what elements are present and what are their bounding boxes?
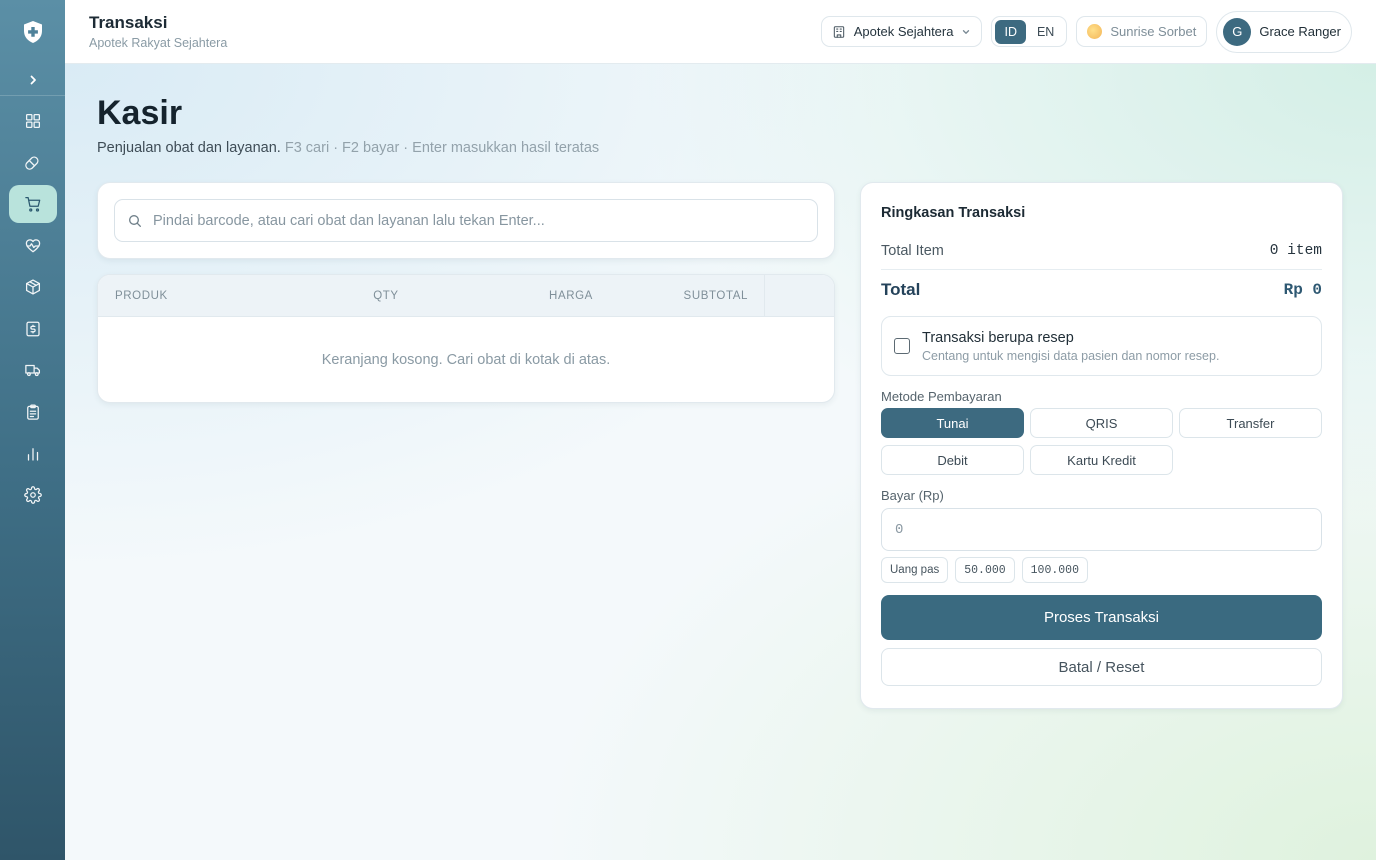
- topbar: Transaksi Apotek Rakyat Sejahtera Apotek…: [65, 0, 1376, 64]
- chevron-right-icon: [30, 75, 36, 84]
- pill-icon: [24, 156, 38, 171]
- prescription-subtitle: Centang untuk mengisi data pasien dan no…: [922, 348, 1220, 363]
- payment-qris-button[interactable]: QRIS: [1030, 408, 1173, 438]
- pay-amount-input[interactable]: [881, 508, 1322, 551]
- page-subtitle: Penjualan obat dan layanan. F3 cari · F2…: [97, 140, 599, 156]
- quick-exact-button[interactable]: Uang pas: [881, 557, 949, 583]
- prescription-title: Transaksi berupa resep: [922, 329, 1074, 346]
- quick-amounts: Uang pas 50.000 100.000: [881, 557, 1322, 583]
- sidebar-item-medicines[interactable]: [9, 144, 57, 182]
- gear-icon: [23, 486, 42, 504]
- column-product: PRODUK: [115, 289, 168, 302]
- column-price: HARGA: [549, 289, 593, 302]
- payment-method-label: Metode Pembayaran: [881, 389, 1002, 404]
- language-switch: ID EN: [991, 16, 1068, 47]
- search-icon: [129, 214, 141, 227]
- payment-transfer-button[interactable]: Transfer: [1179, 408, 1322, 438]
- user-name: Grace Ranger: [1259, 24, 1341, 39]
- topbar-title: Transaksi: [89, 13, 168, 32]
- store-selector-label: Apotek Sejahtera: [853, 24, 954, 39]
- sidebar: [0, 0, 65, 860]
- search-card: [97, 182, 835, 259]
- sidebar-item-services[interactable]: [9, 227, 57, 265]
- avatar: G: [1223, 17, 1252, 46]
- cancel-reset-button[interactable]: Batal / Reset: [881, 648, 1322, 686]
- cart-empty-message: Keranjang kosong. Cari obat di kotak di …: [321, 352, 611, 368]
- total-item-value: 0 item: [1269, 243, 1322, 259]
- quick-50000-button[interactable]: 50.000: [955, 557, 1015, 583]
- app-logo[interactable]: [0, 0, 65, 64]
- payment-credit-card-button[interactable]: Kartu Kredit: [1030, 445, 1173, 475]
- package-icon: [25, 279, 40, 295]
- page-subtitle-text: Penjualan obat dan layanan.: [97, 140, 281, 156]
- prescription-toggle[interactable]: Transaksi berupa resep Centang untuk men…: [881, 316, 1322, 376]
- total-row: Total Rp 0: [881, 280, 1322, 300]
- pay-amount-label: Bayar (Rp): [881, 488, 944, 503]
- search-box: [114, 199, 818, 242]
- sidebar-item-finance[interactable]: [9, 310, 57, 348]
- main-content: Kasir Penjualan obat dan layanan. F3 car…: [65, 64, 1376, 860]
- sidebar-item-cashier[interactable]: [8, 185, 57, 223]
- dollar-icon: [25, 321, 40, 337]
- prescription-checkbox[interactable]: [894, 338, 910, 354]
- shield-logo-icon: [23, 21, 42, 43]
- sidebar-item-settings[interactable]: [9, 476, 57, 514]
- total-label: Total: [881, 280, 921, 299]
- sidebar-item-inventory[interactable]: [9, 268, 57, 306]
- payment-method-group: Tunai QRIS Transfer Debit Kartu Kredit: [881, 408, 1322, 475]
- prescription-text: Transaksi berupa resep Centang untuk men…: [922, 330, 1219, 363]
- lang-id-button[interactable]: ID: [995, 19, 1026, 44]
- sidebar-item-dashboard[interactable]: [9, 102, 57, 140]
- topbar-heading: Transaksi Apotek Rakyat Sejahtera: [89, 13, 227, 50]
- truck-icon: [24, 365, 40, 377]
- chevron-down-icon: [963, 29, 970, 34]
- user-menu[interactable]: G Grace Ranger: [1216, 10, 1352, 53]
- column-subtotal: SUBTOTAL: [668, 275, 765, 316]
- total-item-row: Total Item 0 item: [881, 243, 1322, 270]
- cart-table-header: PRODUK QTY HARGA SUBTOTAL: [98, 275, 834, 317]
- cart-table: PRODUK QTY HARGA SUBTOTAL Keranjang koso…: [97, 274, 835, 403]
- payment-debit-button[interactable]: Debit: [881, 445, 1024, 475]
- cart-icon: [24, 196, 40, 212]
- quick-100000-button[interactable]: 100.000: [1021, 557, 1088, 583]
- transaction-summary: Ringkasan Transaksi Total Item 0 item To…: [860, 182, 1343, 709]
- topbar-controls: Apotek Sejahtera ID EN Sunrise Sorbet G …: [820, 10, 1352, 53]
- dashboard-icon: [25, 113, 40, 128]
- payment-cash-button[interactable]: Tunai: [881, 408, 1024, 438]
- total-value: Rp 0: [1283, 281, 1322, 299]
- keyboard-hint: F3 cari · F2 bayar · Enter masukkan hasi…: [284, 140, 600, 156]
- theme-swatch-icon: [1087, 24, 1103, 39]
- topbar-subtitle: Apotek Rakyat Sejahtera: [89, 36, 228, 50]
- store-selector[interactable]: Apotek Sejahtera: [820, 16, 983, 47]
- sidebar-item-reports[interactable]: [9, 393, 57, 431]
- chart-icon: [27, 447, 38, 461]
- process-transaction-button[interactable]: Proses Transaksi: [881, 595, 1322, 640]
- theme-label: Sunrise Sorbet: [1110, 24, 1197, 39]
- total-item-label: Total Item: [881, 243, 944, 259]
- sidebar-item-suppliers[interactable]: [9, 352, 57, 390]
- search-input[interactable]: [153, 212, 805, 229]
- column-qty: QTY: [373, 289, 399, 302]
- sidebar-nav: [8, 102, 57, 514]
- summary-title: Ringkasan Transaksi: [881, 205, 1026, 221]
- sidebar-expand-button[interactable]: [0, 64, 65, 96]
- page-title: Kasir: [97, 94, 183, 132]
- heart-pulse-icon: [25, 238, 40, 252]
- sidebar-item-analytics[interactable]: [9, 435, 57, 473]
- clipboard-icon: [26, 404, 39, 420]
- lang-en-button[interactable]: EN: [1028, 20, 1063, 44]
- theme-selector[interactable]: Sunrise Sorbet: [1076, 16, 1208, 47]
- building-icon: [833, 25, 844, 38]
